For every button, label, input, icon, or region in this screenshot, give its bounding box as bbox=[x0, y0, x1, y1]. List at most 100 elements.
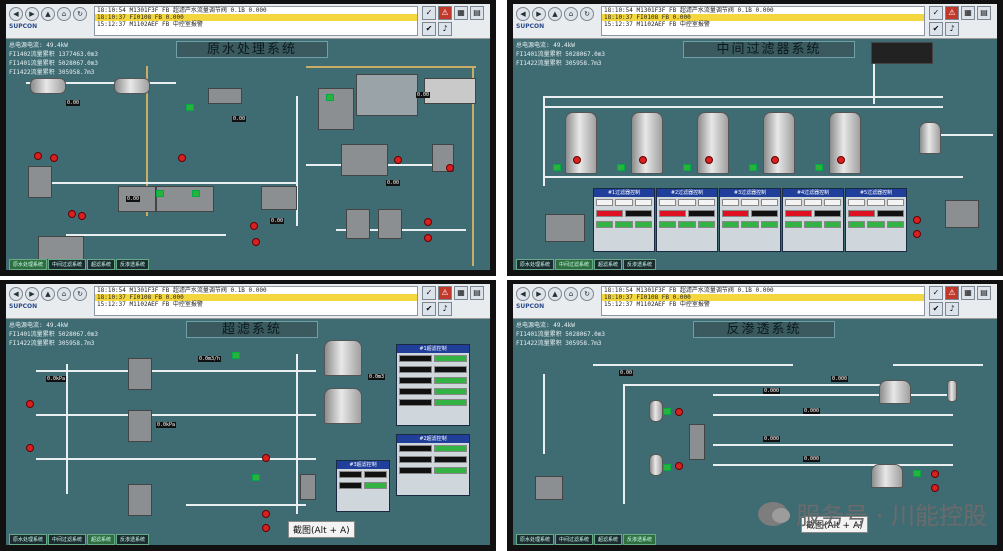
tab-uf[interactable]: 超滤系统 bbox=[594, 259, 623, 270]
forward-icon[interactable]: ▶ bbox=[25, 287, 39, 301]
alarm-icon[interactable]: ⚠ bbox=[945, 6, 959, 20]
cmd-button[interactable] bbox=[823, 199, 841, 206]
pump-valve[interactable] bbox=[68, 210, 76, 218]
pump-valve[interactable] bbox=[250, 222, 258, 230]
doc-icon[interactable]: ▤ bbox=[470, 286, 484, 300]
pump-valve[interactable] bbox=[262, 524, 270, 532]
cmd-button[interactable] bbox=[634, 199, 652, 206]
confirm-icon[interactable]: ✓ bbox=[929, 286, 943, 300]
tab-uf[interactable]: 超滤系统 bbox=[594, 534, 623, 545]
uf-control-panel[interactable]: #1超滤控制 bbox=[396, 344, 470, 426]
filter-control-panel[interactable]: #4过滤器控制 bbox=[782, 188, 844, 252]
up-icon[interactable]: ▲ bbox=[41, 7, 55, 21]
tab-ro[interactable]: 反渗透系统 bbox=[116, 259, 150, 270]
confirm-icon[interactable]: ✓ bbox=[422, 6, 436, 20]
alarm-list[interactable]: 18:10:54 M1301F3F FB 超滤产水流量调节阀 0.1B 0.00… bbox=[601, 286, 925, 316]
tab-ro[interactable]: 反渗透系统 bbox=[623, 534, 657, 545]
sound-icon[interactable]: ♪ bbox=[945, 302, 959, 316]
alarm-row[interactable]: 18:10:54 M1301F3F FB 超滤产水流量调节阀 0.1B 0.00… bbox=[95, 287, 417, 294]
alarm-row[interactable]: 15:12:37 M1102AEF FB 中控室报警 bbox=[602, 301, 924, 308]
check-icon[interactable]: ✔ bbox=[422, 302, 436, 316]
tab-intermediate[interactable]: 中间过滤系统 bbox=[48, 534, 87, 545]
cmd-button[interactable] bbox=[596, 199, 614, 206]
alarm-icon[interactable]: ⚠ bbox=[945, 286, 959, 300]
check-icon[interactable]: ✔ bbox=[929, 302, 943, 316]
back-icon[interactable]: ◀ bbox=[9, 287, 23, 301]
back-icon[interactable]: ◀ bbox=[516, 287, 530, 301]
pump-valve[interactable] bbox=[771, 156, 779, 164]
cmd-button[interactable] bbox=[760, 199, 778, 206]
cmd-button[interactable] bbox=[697, 199, 715, 206]
cmd-button[interactable] bbox=[848, 199, 866, 206]
pump-valve[interactable] bbox=[931, 470, 939, 478]
home-icon[interactable]: ⌂ bbox=[57, 7, 71, 21]
pump-valve[interactable] bbox=[424, 234, 432, 242]
alarm-row[interactable]: 18:10:37 FI0108 FB 0.000 bbox=[95, 14, 417, 21]
alarm-row[interactable]: 15:12:37 M1102AEF FB 中控室报警 bbox=[95, 21, 417, 28]
tab-uf[interactable]: 超滤系统 bbox=[87, 534, 116, 545]
refresh-icon[interactable]: ↻ bbox=[580, 7, 594, 21]
forward-icon[interactable]: ▶ bbox=[532, 7, 546, 21]
home-icon[interactable]: ⌂ bbox=[57, 287, 71, 301]
refresh-icon[interactable]: ↻ bbox=[73, 287, 87, 301]
pump-valve[interactable] bbox=[639, 156, 647, 164]
back-icon[interactable]: ◀ bbox=[9, 7, 23, 21]
tab-raw-water[interactable]: 原水处理系统 bbox=[516, 259, 555, 270]
uf-control-panel[interactable]: #2超滤控制 bbox=[396, 434, 470, 496]
home-icon[interactable]: ⌂ bbox=[564, 7, 578, 21]
pump-valve[interactable] bbox=[26, 400, 34, 408]
alarm-row[interactable]: 18:10:37 FI0108 FB 0.000 bbox=[95, 294, 417, 301]
alarm-list[interactable]: 18:10:54 M1301F3F FB 超滤产水流量调节阀 0.1B 0.00… bbox=[94, 286, 418, 316]
alarm-list[interactable]: 18:10:54 M1301F3F FB 超滤产水流量调节阀 0.1B 0.00… bbox=[94, 6, 418, 36]
cmd-button[interactable] bbox=[741, 199, 759, 206]
pump-valve[interactable] bbox=[913, 230, 921, 238]
refresh-icon[interactable]: ↻ bbox=[580, 287, 594, 301]
cmd-button[interactable] bbox=[615, 199, 633, 206]
alarm-list[interactable]: 18:10:54 M1301F3F FB 超滤产水流量调节阀 0.1B 0.00… bbox=[601, 6, 925, 36]
cmd-button[interactable] bbox=[678, 199, 696, 206]
alarm-icon[interactable]: ⚠ bbox=[438, 286, 452, 300]
pump-valve[interactable] bbox=[837, 156, 845, 164]
tab-intermediate[interactable]: 中间过滤系统 bbox=[48, 259, 87, 270]
cmd-button[interactable] bbox=[886, 199, 904, 206]
sound-icon[interactable]: ♪ bbox=[438, 22, 452, 36]
alarm-row[interactable]: 15:12:37 M1102AEF FB 中控室报警 bbox=[602, 21, 924, 28]
pump-valve[interactable] bbox=[26, 444, 34, 452]
cmd-button[interactable] bbox=[659, 199, 677, 206]
tab-raw-water[interactable]: 原水处理系统 bbox=[9, 259, 48, 270]
pump-valve[interactable] bbox=[913, 216, 921, 224]
doc-icon[interactable]: ▤ bbox=[470, 6, 484, 20]
filter-control-panel[interactable]: #5过滤器控制 bbox=[845, 188, 907, 252]
check-icon[interactable]: ✔ bbox=[929, 22, 943, 36]
alarm-row[interactable]: 18:10:37 FI0108 FB 0.000 bbox=[602, 294, 924, 301]
pump-valve[interactable] bbox=[262, 510, 270, 518]
confirm-icon[interactable]: ✓ bbox=[422, 286, 436, 300]
pump-valve[interactable] bbox=[424, 218, 432, 226]
filter-control-panel[interactable]: #1过滤器控制 bbox=[593, 188, 655, 252]
pump-valve[interactable] bbox=[573, 156, 581, 164]
pump-valve[interactable] bbox=[446, 164, 454, 172]
pump-valve[interactable] bbox=[705, 156, 713, 164]
alarm-row[interactable]: 18:10:54 M1301F3F FB 超滤产水流量调节阀 0.1B 0.00… bbox=[602, 7, 924, 14]
sound-icon[interactable]: ♪ bbox=[438, 302, 452, 316]
cmd-button[interactable] bbox=[722, 199, 740, 206]
tab-intermediate[interactable]: 中间过滤系统 bbox=[555, 534, 594, 545]
grid-icon[interactable]: ▦ bbox=[454, 6, 468, 20]
tab-raw-water[interactable]: 原水处理系统 bbox=[516, 534, 555, 545]
pump-valve[interactable] bbox=[394, 156, 402, 164]
pump-valve[interactable] bbox=[252, 238, 260, 246]
pump-valve[interactable] bbox=[34, 152, 42, 160]
doc-icon[interactable]: ▤ bbox=[977, 6, 991, 20]
sound-icon[interactable]: ♪ bbox=[945, 22, 959, 36]
forward-icon[interactable]: ▶ bbox=[532, 287, 546, 301]
tab-uf[interactable]: 超滤系统 bbox=[87, 259, 116, 270]
cmd-button[interactable] bbox=[804, 199, 822, 206]
check-icon[interactable]: ✔ bbox=[422, 22, 436, 36]
alarm-row[interactable]: 18:10:37 FI0108 FB 0.000 bbox=[602, 14, 924, 21]
tab-intermediate[interactable]: 中间过滤系统 bbox=[555, 259, 594, 270]
pump-valve[interactable] bbox=[78, 212, 86, 220]
cmd-button[interactable] bbox=[867, 199, 885, 206]
tab-ro[interactable]: 反渗透系统 bbox=[623, 259, 657, 270]
refresh-icon[interactable]: ↻ bbox=[73, 7, 87, 21]
forward-icon[interactable]: ▶ bbox=[25, 7, 39, 21]
